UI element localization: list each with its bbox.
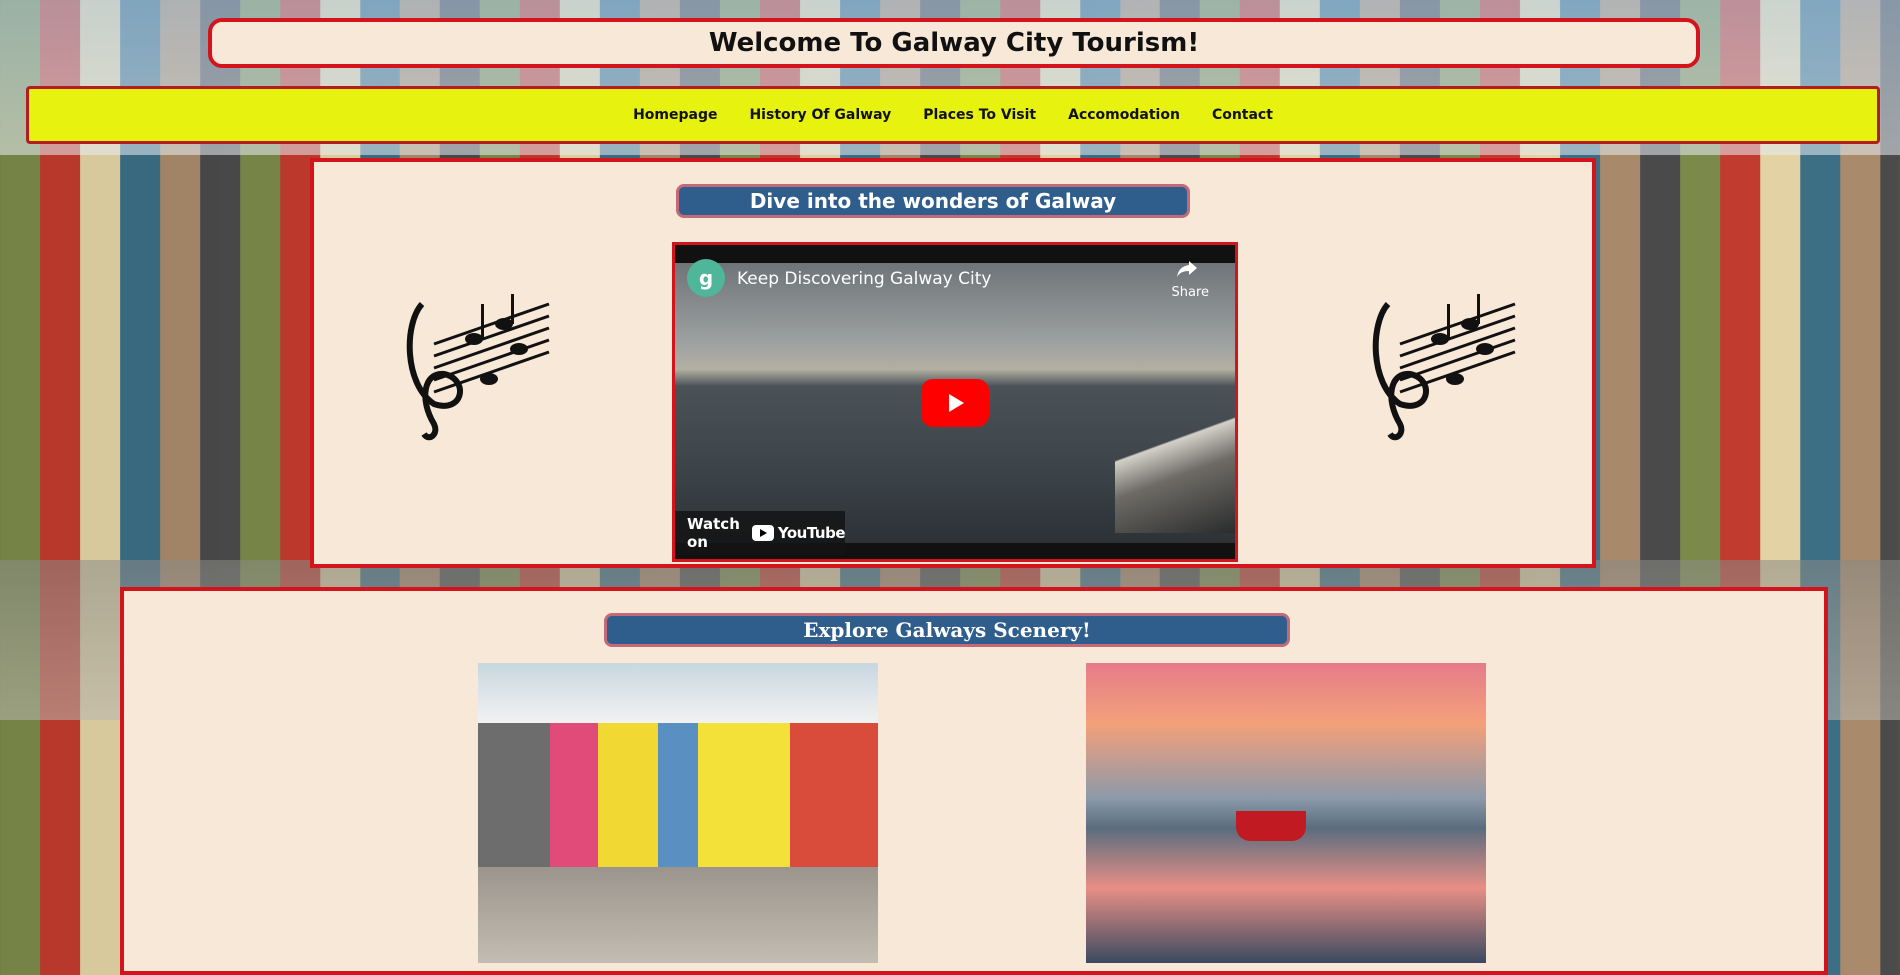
nav-places-to-visit[interactable]: Places To Visit [923,107,1036,123]
nav-homepage[interactable]: Homepage [633,107,717,123]
nav-contact[interactable]: Contact [1212,107,1273,123]
watch-on-label: Watch on [687,515,740,551]
site-header: Welcome To Galway City Tourism! [208,18,1700,68]
video-player[interactable]: g Keep Discovering Galway City Share Wat… [672,242,1238,562]
youtube-logo-icon: YouTube [751,524,846,542]
play-icon [949,394,964,412]
scenery-section: Explore Galways Scenery! [120,587,1828,975]
nav-accomodation[interactable]: Accomodation [1068,107,1180,123]
coastline-graphic [1115,383,1235,533]
galway-harbour-photo [1086,663,1486,963]
share-icon[interactable] [1175,259,1199,279]
youtube-channel-icon[interactable]: g [687,259,725,297]
music-notes-icon [1372,294,1516,441]
galway-street-photo [478,663,878,963]
video-title[interactable]: Keep Discovering Galway City [737,269,991,289]
music-notes-icon [406,294,550,441]
watch-on-youtube-button[interactable]: Watch on YouTube [675,511,846,555]
scenery-section-heading: Explore Galways Scenery! [604,613,1290,647]
video-section: Dive into the wonders of Galway g Keep D… [310,158,1596,568]
youtube-wordmark: YouTube [777,524,846,542]
nav-history-of-galway[interactable]: History Of Galway [749,107,891,123]
play-button[interactable] [921,379,989,427]
page-title: Welcome To Galway City Tourism! [708,28,1200,58]
share-label[interactable]: Share [1171,285,1209,300]
boat-graphic [1236,811,1306,841]
video-section-heading: Dive into the wonders of Galway [676,184,1190,218]
main-nav: Homepage History Of Galway Places To Vis… [26,86,1880,144]
